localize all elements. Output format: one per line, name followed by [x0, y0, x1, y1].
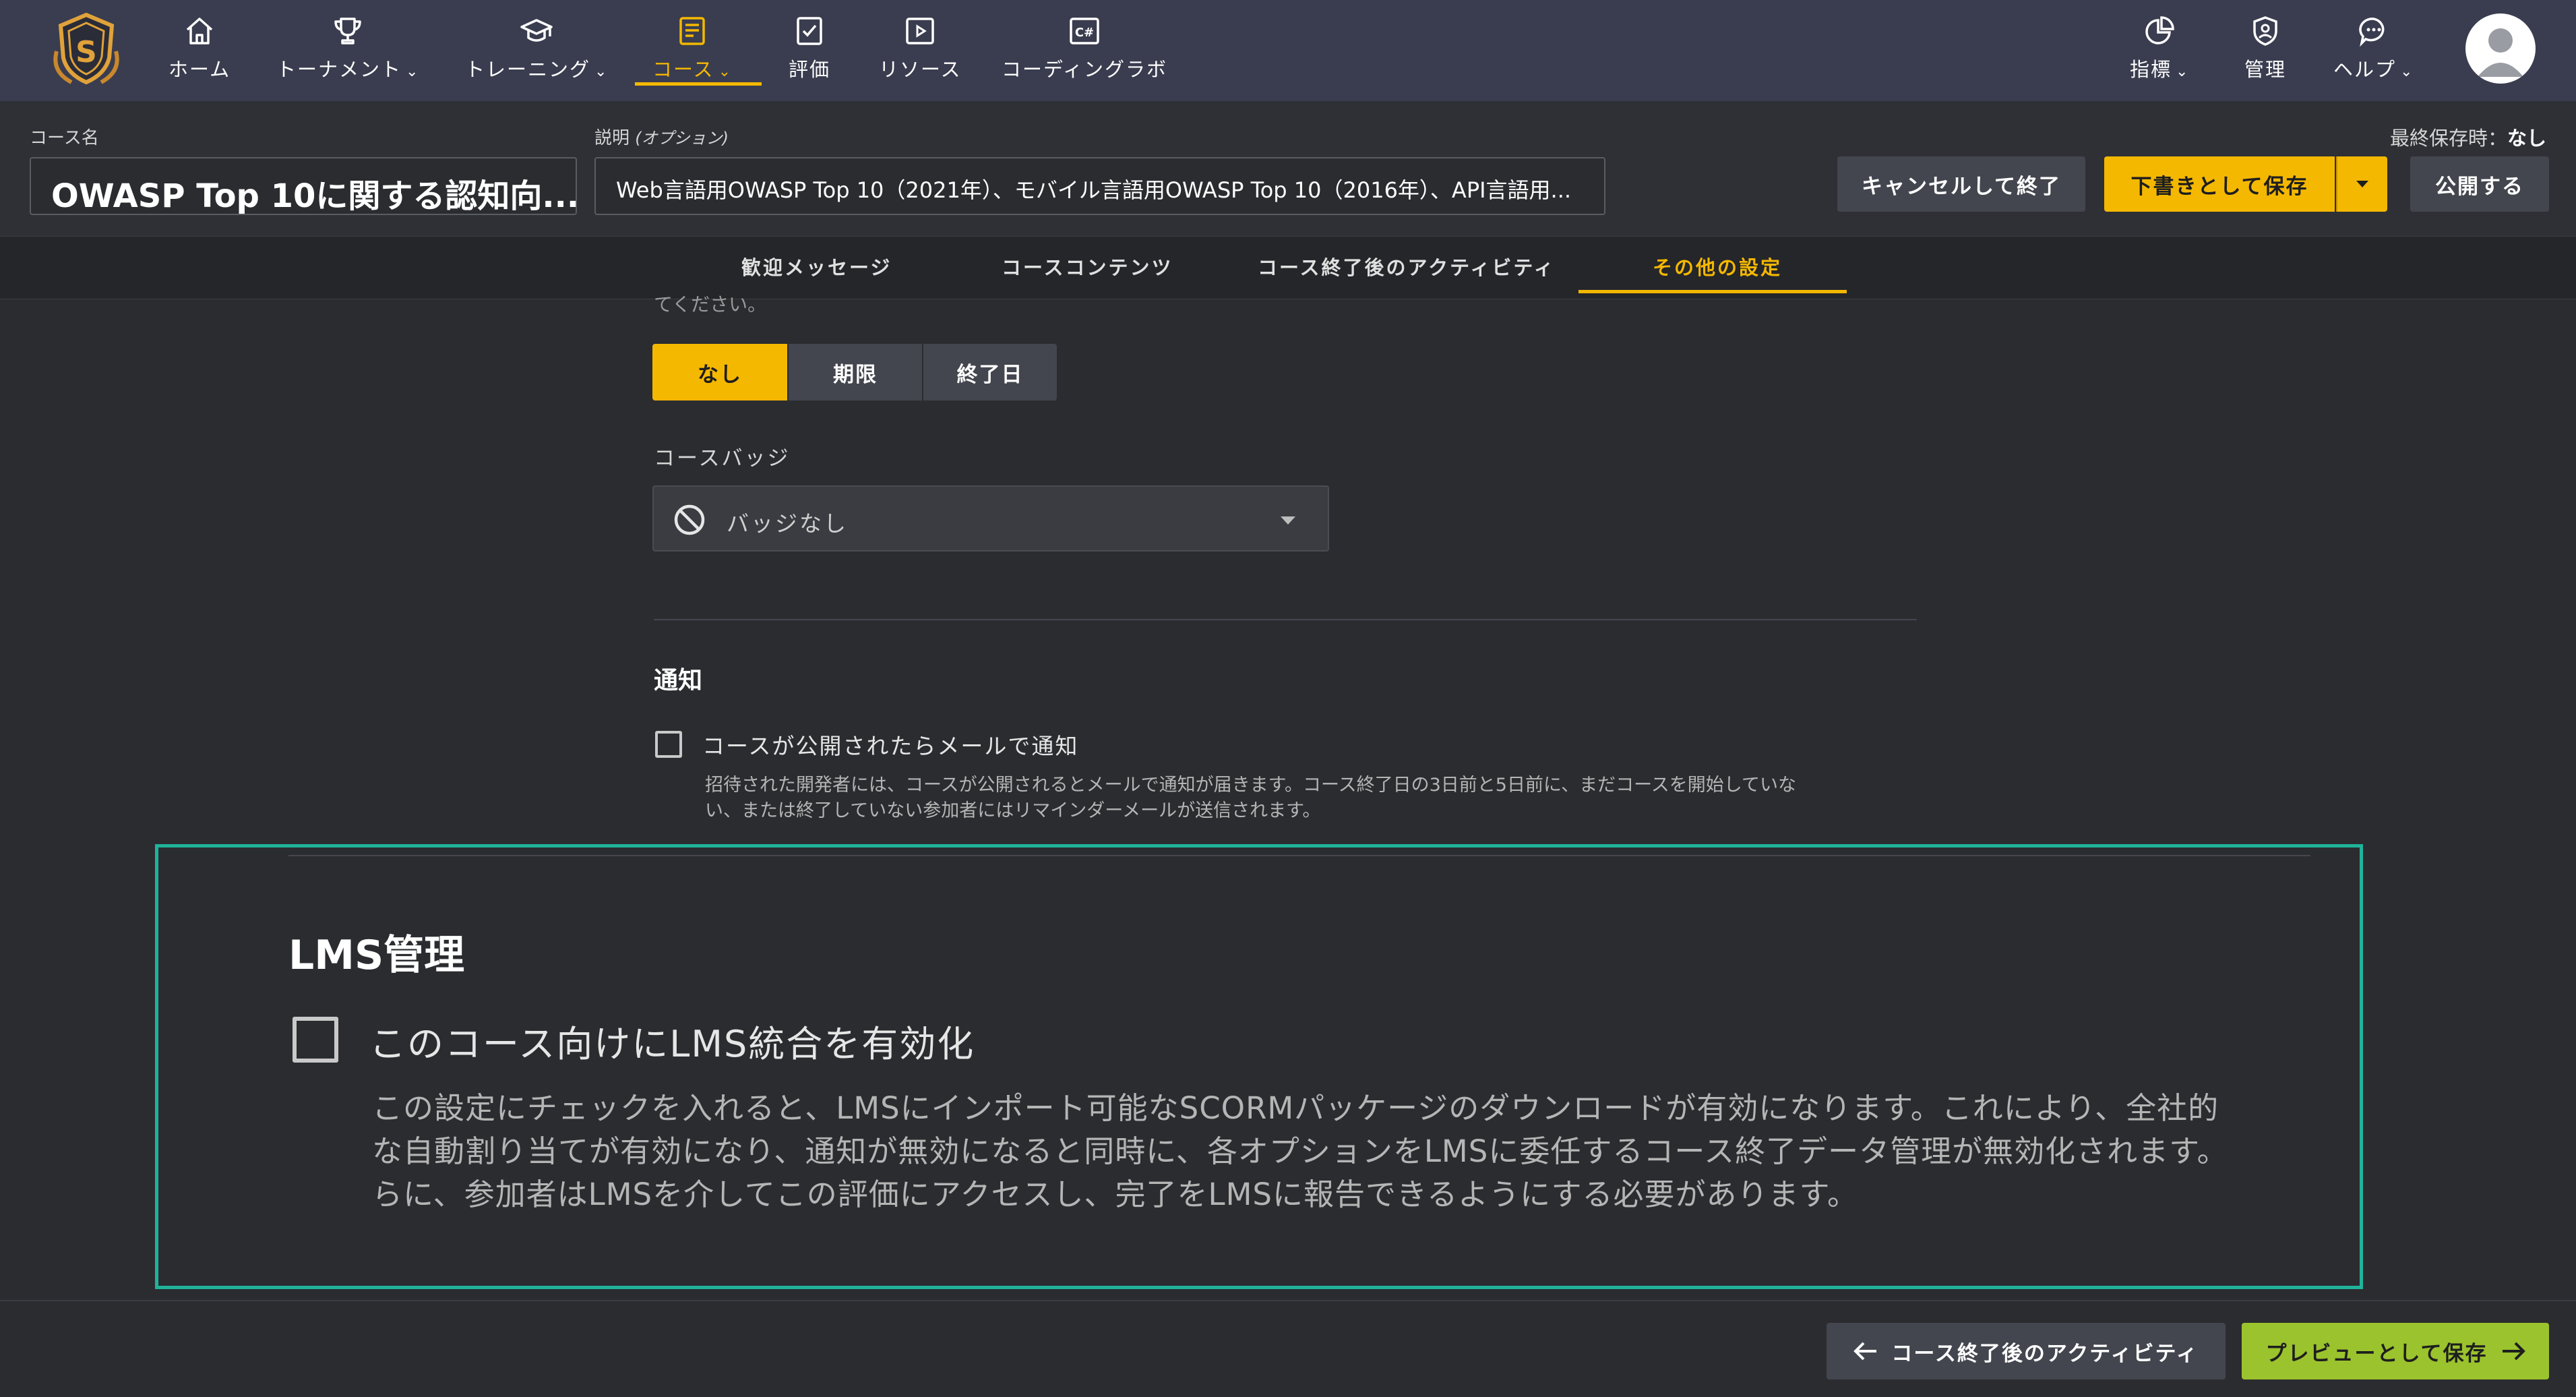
nav-item-label: 指標 — [2130, 58, 2172, 81]
chevron-down-icon: ⌄ — [406, 63, 420, 80]
tab-course-content[interactable]: コースコンテンツ — [1002, 252, 1173, 280]
nav-item-label: ヘルプ — [2333, 58, 2397, 81]
email-notify-label: コースが公開されたらメールで通知 — [702, 733, 1079, 759]
course-list-icon — [679, 17, 705, 45]
svg-text:S: S — [75, 35, 97, 69]
nav-item-metrics[interactable]: 指標 ⌄ — [2130, 12, 2189, 82]
nav-item-label: リソース — [879, 58, 962, 81]
notification-section-title: 通知 — [654, 667, 703, 694]
cancel-and-exit-button[interactable]: キャンセルして終了 — [1837, 156, 2085, 212]
chevron-down-icon: ⌄ — [2176, 63, 2190, 80]
email-notify-help-text: 招待された開発者には、コースが公開されるとメールで通知が届きます。コース終了日の… — [705, 775, 1796, 821]
active-nav-indicator — [635, 82, 762, 86]
assessment-icon — [797, 17, 822, 45]
chat-help-icon — [2358, 18, 2385, 47]
svg-text:C#: C# — [1075, 26, 1094, 40]
deadline-option-duration[interactable]: 期限 — [789, 344, 922, 400]
truncated-help-text: てください。 — [654, 293, 767, 316]
nav-item-label: コーディングラボ — [1002, 58, 1167, 81]
nav-item-resources[interactable]: リソース — [879, 12, 962, 82]
description-input[interactable]: Web言語用OWASP Top 10（2021年）、モバイル言語用OWASP T… — [594, 157, 1605, 215]
tab-other-settings[interactable]: その他の設定 — [1653, 252, 1782, 280]
caret-down-icon — [2356, 181, 2368, 187]
trophy-icon — [334, 18, 361, 44]
section-divider — [654, 619, 1917, 620]
publish-button[interactable]: 公開する — [2410, 156, 2549, 212]
chevron-down-icon: ⌄ — [2400, 63, 2414, 80]
deadline-option-end-date[interactable]: 終了日 — [923, 344, 1057, 400]
arrow-left-icon — [1853, 1342, 1877, 1361]
course-name-value: OWASP Top 10に関する認知向... — [51, 177, 580, 215]
course-name-input[interactable]: OWASP Top 10に関する認知向... — [30, 157, 580, 215]
save-as-preview-button[interactable]: プレビューとして保存 — [2242, 1323, 2549, 1379]
chevron-down-icon: ⌄ — [594, 63, 609, 80]
email-notify-checkbox[interactable] — [655, 731, 682, 758]
back-to-post-course-activity-button[interactable]: コース終了後のアクティビティ — [1827, 1323, 2226, 1379]
course-name-label: コース名 — [30, 128, 99, 148]
description-value: Web言語用OWASP Top 10（2021年）、モバイル言語用OWASP T… — [616, 177, 1572, 203]
nav-item-tournaments[interactable]: トーナメント ⌄ — [276, 12, 419, 82]
nav-item-label: 評価 — [789, 58, 831, 81]
code-lab-icon: C# — [1070, 18, 1099, 44]
lms-integration-checkbox[interactable] — [293, 1017, 338, 1063]
nav-item-assessments[interactable]: 評価 — [789, 12, 830, 82]
active-tab-indicator — [1578, 290, 1847, 293]
nav-item-label: トレーニング — [465, 58, 591, 81]
user-silhouette-icon — [2478, 28, 2523, 77]
caret-down-icon — [1281, 516, 1295, 525]
no-badge-icon — [674, 504, 705, 535]
lms-integration-help-text: この設定にチェックを入れると、LMSにインポート可能なSCORMパッケージのダウ… — [372, 1090, 2228, 1212]
nav-item-courses[interactable]: コース ⌄ — [652, 12, 732, 82]
tab-welcome-message[interactable]: 歓迎メッセージ — [741, 252, 892, 280]
description-label: 説明 (オプション) — [594, 128, 729, 148]
course-badge-label: コースバッジ — [654, 446, 791, 471]
nav-item-label: コース — [652, 58, 714, 81]
pie-chart-icon — [2145, 16, 2174, 44]
course-badge-value: バッジなし — [727, 510, 848, 537]
nav-item-label: トーナメント — [276, 58, 402, 81]
nav-item-label: 管理 — [2244, 58, 2287, 81]
nav-item-home[interactable]: ホーム — [168, 12, 231, 82]
graduation-cap-icon — [520, 19, 553, 42]
user-avatar[interactable] — [2465, 13, 2536, 84]
nav-item-help[interactable]: ヘルプ ⌄ — [2333, 12, 2414, 82]
brand-logo-icon[interactable]: S — [44, 11, 128, 88]
nav-item-label: ホーム — [168, 58, 231, 81]
save-options-dropdown[interactable] — [2336, 156, 2387, 212]
nav-item-admin[interactable]: 管理 — [2244, 12, 2286, 82]
lms-section-title: LMS管理 — [288, 932, 465, 979]
admin-badge-icon — [2253, 16, 2277, 46]
nav-item-coding-lab[interactable]: C# コーディングラボ — [1002, 12, 1167, 82]
tab-post-course-activity[interactable]: コース終了後のアクティビティ — [1258, 252, 1556, 280]
course-badge-select[interactable]: バッジなし — [652, 485, 1329, 552]
nav-item-training[interactable]: トレーニング ⌄ — [465, 12, 608, 82]
optional-hint: (オプション) — [635, 129, 729, 148]
chevron-down-icon: ⌄ — [718, 63, 732, 80]
deadline-option-none[interactable]: なし — [652, 344, 787, 400]
video-resource-icon — [906, 18, 935, 44]
arrow-right-icon — [2502, 1342, 2525, 1361]
last-saved-status: 最終保存時：なし — [2389, 127, 2546, 150]
home-icon — [186, 18, 213, 44]
save-draft-button[interactable]: 下書きとして保存 — [2104, 156, 2335, 212]
lms-integration-label: このコース向けにLMS統合を有効化 — [369, 1023, 975, 1065]
